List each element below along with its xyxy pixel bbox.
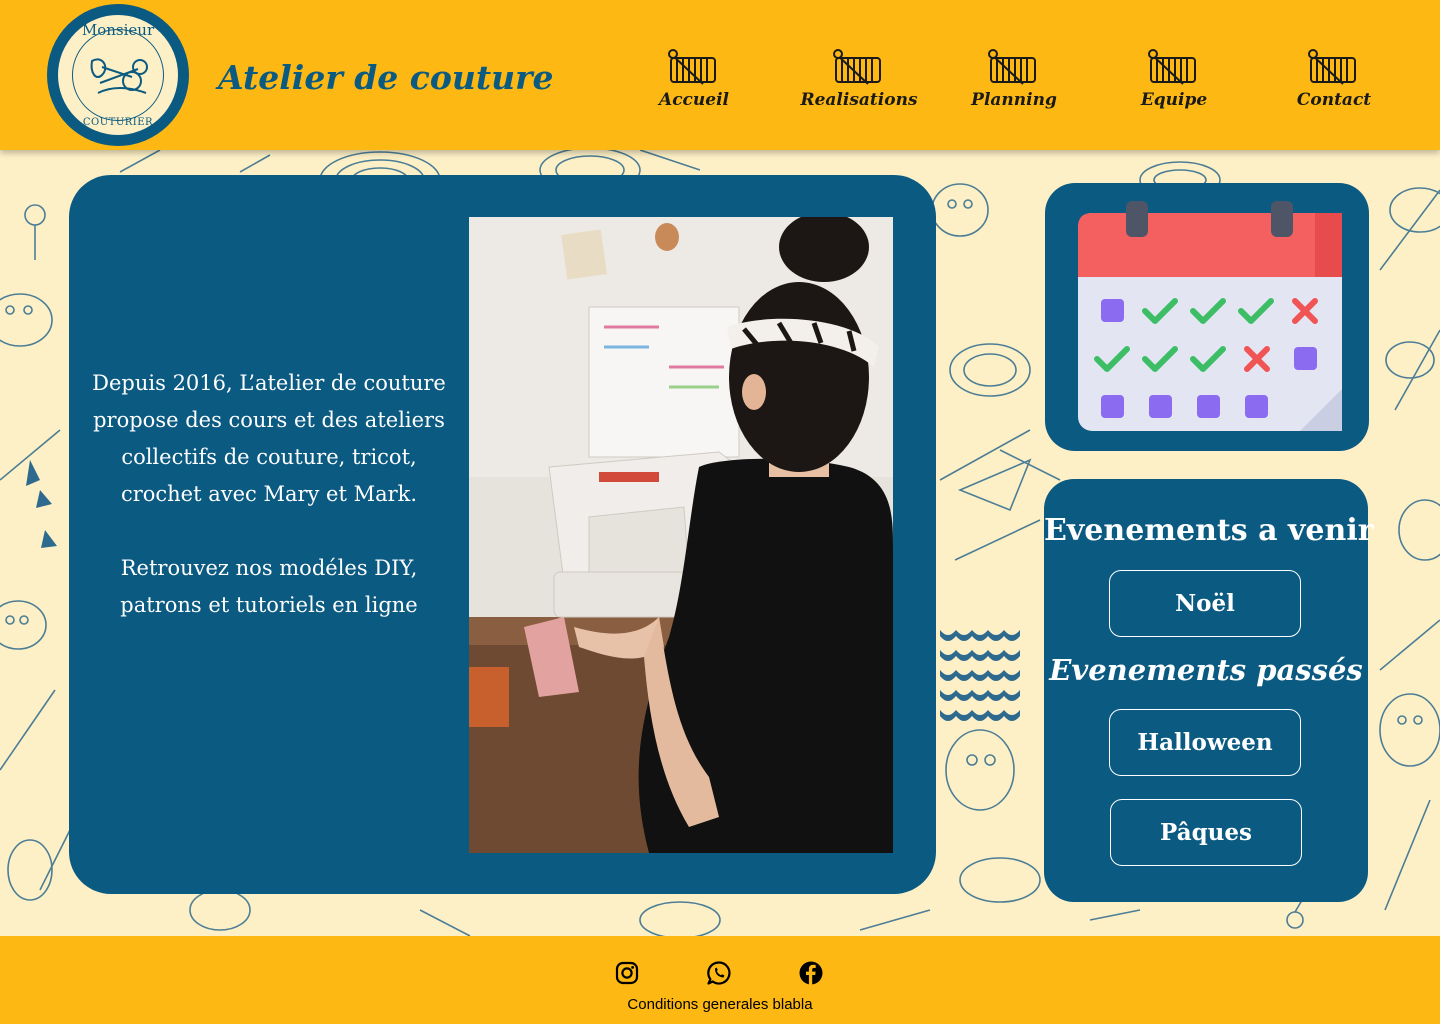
instagram-icon	[615, 961, 639, 985]
logo-bottom-text: COUTURIER	[82, 117, 154, 128]
logo-badge: Monsieur COUTURIER	[56, 13, 180, 137]
nav-item-equipe[interactable]: Equipe	[1114, 48, 1234, 118]
thread-spool-icon	[1148, 49, 1196, 85]
thread-spool-icon	[833, 49, 881, 85]
nav-label: Planning	[971, 90, 1057, 110]
whatsapp-icon	[707, 961, 731, 985]
nav-label: Realisations	[800, 90, 918, 110]
upcoming-events-heading: Evenements a venir	[1044, 513, 1374, 548]
nav-label: Contact	[1296, 90, 1372, 110]
site-footer: Conditions generales blabla	[0, 936, 1440, 1024]
facebook-link[interactable]	[798, 960, 824, 986]
nav-label: Accueil	[659, 90, 729, 110]
past-events-heading: Evenements passés	[1049, 653, 1363, 687]
events-card: Evenements a venir Noël Evenements passé…	[1044, 479, 1374, 902]
scissors-icon	[90, 58, 148, 94]
nav-item-realisations[interactable]: Realisations	[799, 48, 919, 118]
logo[interactable]: Monsieur COUTURIER	[47, 4, 189, 146]
facebook-icon	[799, 961, 823, 985]
thread-spool-icon	[668, 49, 716, 85]
event-button-noel[interactable]: Noël	[1109, 570, 1301, 637]
thread-spool-icon	[988, 49, 1036, 85]
nav-item-contact[interactable]: Contact	[1274, 48, 1394, 118]
event-button-paques[interactable]: Pâques	[1110, 799, 1302, 866]
site-title: Atelier de couture	[218, 58, 554, 97]
intro-card: Depuis 2016, L’atelier de couture propos…	[69, 175, 936, 894]
nav-label: Equipe	[1140, 90, 1208, 110]
nav-item-accueil[interactable]: Accueil	[634, 48, 754, 118]
intro-text: Depuis 2016, L’atelier de couture propos…	[89, 365, 449, 624]
planning-calendar-card[interactable]	[1045, 183, 1369, 451]
event-button-halloween[interactable]: Halloween	[1109, 709, 1301, 776]
whatsapp-link[interactable]	[706, 960, 732, 986]
nav-item-planning[interactable]: Planning	[954, 48, 1074, 118]
intro-paragraph: Depuis 2016, L’atelier de couture propos…	[92, 371, 446, 506]
instagram-link[interactable]	[614, 960, 640, 986]
logo-top-text: Monsieur	[81, 21, 155, 39]
intro-paragraph: Retrouvez nos modéles DIY, patrons et tu…	[120, 556, 418, 617]
seamstress-illustration	[469, 217, 893, 853]
workshop-photo	[469, 217, 893, 853]
thread-spool-icon	[1308, 49, 1356, 85]
terms-link[interactable]: Conditions generales blabla	[0, 996, 1440, 1013]
site-header: Monsieur COUTURIER Atelier de couture Ac…	[0, 0, 1440, 150]
calendar-icon	[1078, 201, 1342, 431]
